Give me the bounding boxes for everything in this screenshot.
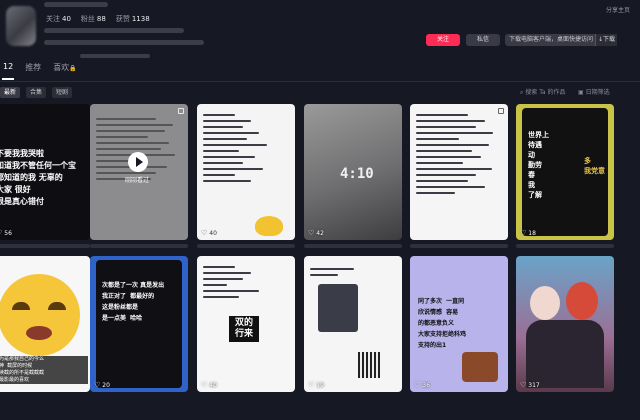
search-icon: ⌕: [520, 89, 524, 96]
heart-icon: ♡: [201, 229, 208, 237]
video-caption: 世界上 待遇 动 勤劳 春 我 了解: [528, 131, 549, 199]
video-card[interactable]: ♡ 19: [304, 256, 402, 392]
message-button[interactable]: 私信: [466, 34, 500, 46]
filter-short-drama[interactable]: 短剧: [52, 87, 73, 98]
install-desktop-banner[interactable]: 下载电脑客户端，桌面快捷访问 ↓下载: [505, 34, 617, 46]
video-likes: ♡56: [0, 229, 12, 237]
video-likes: ♡ 40: [201, 381, 217, 389]
filter-collection[interactable]: 合集: [26, 87, 47, 98]
profile-stats: 关注 40 粉丝 88 获赞 1138: [46, 14, 150, 24]
video-caption: 次都是了一次 真是发出 我正对了 都最好的 这是粉丝都是 是一点美 哈哈: [102, 282, 165, 322]
video-card[interactable]: 不要我我哭啦 知道我不管任何一个宝 都知道的我 无辜的 大家 很好 很是真心错付…: [0, 104, 90, 240]
video-caption: 不要我我哭啦 知道我不管任何一个宝 都知道的我 无辜的 大家 很好 很是真心错付: [0, 149, 76, 206]
profile-bio-blurred: [44, 28, 184, 33]
profile-tags-blurred: [80, 54, 150, 58]
filter-latest[interactable]: 最新: [0, 87, 21, 98]
video-caption-accent: 多 我党意: [584, 157, 605, 175]
cosplay-figure-body: [526, 320, 604, 388]
photo-thumbnail: [318, 284, 358, 332]
video-likes: ♡ 40: [201, 229, 217, 237]
heart-icon: ♡: [94, 381, 101, 389]
heart-icon: ♡: [520, 229, 527, 237]
crying-emoji: [0, 274, 80, 356]
sticker-image: [462, 352, 498, 382]
avatar[interactable]: [6, 6, 36, 46]
multi-image-icon: [498, 108, 504, 114]
video-card[interactable]: 双的 行来 ♡ 40: [197, 256, 295, 392]
video-likes: ♡ 42: [308, 229, 324, 237]
follow-button[interactable]: 关注: [426, 34, 460, 46]
tabs-divider: [0, 81, 640, 82]
video-card[interactable]: 同了多次 一直同 欣说情感 容易 的都恶意负义 大家支持拒绝科鸡 支持的出1 ♡…: [410, 256, 508, 392]
video-card[interactable]: 以为是那我自己的今么 萌神 截屏的时候 连续截的所不是截截截 了最影最的喜欢: [0, 256, 90, 392]
lock-icon: 🔒: [69, 65, 77, 72]
filter-chips: 最新 合集 短剧: [0, 87, 73, 98]
video-card[interactable]: 世界上 待遇 动 勤劳 春 我 了解 多 我党意 ♡ 18: [516, 104, 614, 240]
video-title-blurred: [0, 244, 90, 248]
document-screenshot: [416, 110, 502, 198]
profile-header: 关注 40 粉丝 88 获赞 1138 分享主页 关注 私信 下载电脑客户端，桌面快捷…: [0, 0, 640, 58]
video-caption: 以为是那我自己的今么 萌神 截屏的时候 连续截的所不是截截截 了最影最的喜欢: [0, 356, 88, 384]
qr-code: [358, 352, 380, 378]
watched-label: 刚刚看过: [125, 177, 150, 184]
video-card[interactable]: [410, 104, 508, 240]
chat-screenshot: [203, 262, 283, 302]
video-card[interactable]: ♡ 40: [197, 104, 295, 240]
clock-display: 4:10: [340, 166, 374, 182]
video-title-blurred: [410, 244, 508, 248]
video-title-blurred: [197, 244, 295, 248]
tab-likes[interactable]: 喜欢🔒: [53, 62, 76, 78]
heart-icon: ♡: [308, 381, 315, 389]
video-title-blurred: [90, 244, 188, 248]
video-card[interactable]: 次都是了一次 真是发出 我正对了 都最好的 这是粉丝都是 是一点美 哈哈 ♡ 20: [90, 256, 188, 392]
smiley-sticker: [255, 216, 283, 236]
works-search[interactable]: ⌕ 搜索 Ta 的作品: [520, 87, 565, 97]
download-button[interactable]: ↓下载: [595, 34, 617, 46]
video-card[interactable]: ♡ 317: [516, 256, 614, 392]
heart-icon: ♡: [520, 381, 527, 389]
profile-name-blurred: [44, 2, 108, 7]
active-tab-indicator: [2, 78, 14, 80]
heart-icon: ♡: [308, 229, 315, 237]
video-likes: ♡ 20: [94, 381, 110, 389]
tab-works[interactable]: 12: [3, 62, 13, 78]
share-profile-link[interactable]: 分享主页: [606, 5, 630, 14]
followers-stat[interactable]: 粉丝 88: [81, 14, 106, 24]
video-likes: ♡ 36: [414, 381, 430, 389]
chat-screenshot: [203, 110, 283, 186]
likes-stat: 获赞 1138: [115, 15, 150, 23]
multi-image-icon: [178, 108, 184, 114]
video-likes: ♡ 19: [308, 381, 324, 389]
profile-bio-blurred: [44, 40, 204, 45]
heart-icon: ♡: [414, 381, 421, 389]
video-card[interactable]: 4:10 ♡ 42: [304, 104, 402, 240]
video-caption: 同了多次 一直同 欣说情感 容易 的都恶意负义 大家支持拒绝科鸡 支持的出1: [418, 298, 467, 349]
cosplay-figure: [566, 282, 598, 320]
video-likes: ♡ 317: [520, 381, 540, 389]
heart-icon: ♡: [0, 229, 2, 237]
following-stat[interactable]: 关注 40: [46, 14, 71, 24]
video-title-blurred: [516, 244, 614, 248]
video-card[interactable]: 刚刚看过: [90, 104, 188, 240]
video-likes: ♡ 18: [520, 229, 536, 237]
profile-tabs: 12 推荐 喜欢🔒: [0, 62, 77, 78]
chat-screenshot: [310, 264, 390, 280]
tab-recommend[interactable]: 推荐: [25, 62, 41, 78]
video-title-blurred: [304, 244, 402, 248]
video-caption: 双的 行来: [229, 316, 259, 342]
cosplay-figure: [530, 286, 560, 320]
install-label: 下载电脑客户端，桌面快捷访问: [509, 36, 594, 43]
document-screenshot: [96, 114, 182, 184]
calendar-icon: ▣: [578, 89, 584, 96]
date-filter[interactable]: ▣ 日期筛选: [578, 87, 610, 96]
play-icon[interactable]: [128, 152, 148, 172]
heart-icon: ♡: [201, 381, 208, 389]
